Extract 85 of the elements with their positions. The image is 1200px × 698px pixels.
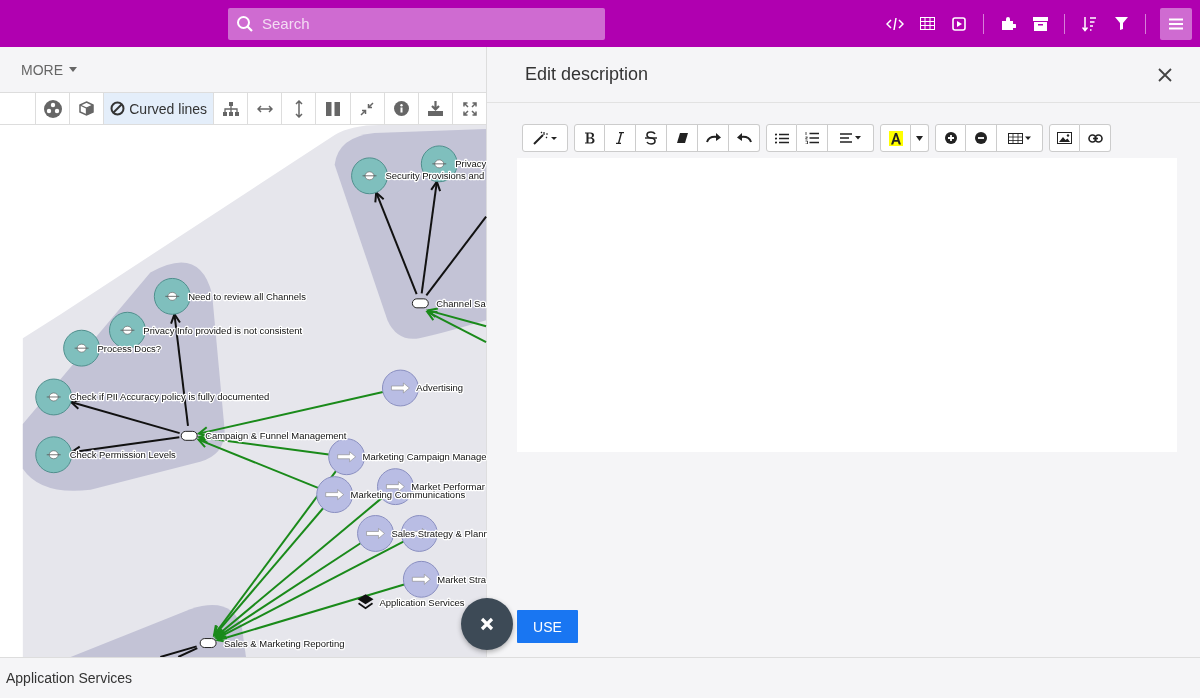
image-button[interactable] bbox=[1049, 124, 1080, 152]
bullet-list-button[interactable] bbox=[766, 124, 797, 152]
capability-node[interactable] bbox=[357, 515, 394, 552]
node-label: Channel Sa bbox=[436, 297, 486, 309]
node-label: Advertising bbox=[416, 382, 464, 394]
plus-circle-icon bbox=[944, 132, 957, 144]
node-label: Market Performar bbox=[411, 481, 485, 493]
play-icon bbox=[952, 16, 966, 31]
italic-button[interactable] bbox=[605, 124, 636, 152]
palette-icon bbox=[43, 99, 62, 118]
cube-icon bbox=[79, 101, 95, 116]
magic-wand-icon bbox=[533, 131, 557, 145]
text-color-icon bbox=[888, 130, 903, 146]
capability-node[interactable] bbox=[402, 560, 440, 598]
table-icon bbox=[919, 17, 935, 30]
node-label: Marketing Campaign Manage bbox=[362, 451, 487, 463]
text-color-button[interactable] bbox=[880, 124, 911, 152]
archive-icon bbox=[1032, 16, 1048, 31]
close-icon bbox=[1158, 67, 1172, 82]
puzzle-icon bbox=[1000, 16, 1016, 31]
close-button[interactable] bbox=[1156, 65, 1174, 84]
search-field[interactable]: Search bbox=[228, 7, 605, 40]
expand-icon bbox=[462, 101, 477, 116]
horizontal-arrows-icon bbox=[256, 104, 273, 113]
node-label: Security Provisions and bbox=[385, 170, 485, 182]
panel-title: Edit description bbox=[525, 64, 649, 85]
columns-icon bbox=[326, 101, 340, 116]
eraser-button[interactable] bbox=[667, 124, 698, 152]
redo-button[interactable] bbox=[698, 124, 729, 152]
filter-icon bbox=[1114, 17, 1128, 30]
node-label: Privacy bbox=[455, 158, 487, 170]
caret-icon bbox=[69, 67, 77, 72]
goal-node[interactable] bbox=[153, 277, 191, 315]
compress-icon bbox=[360, 101, 375, 116]
junction-node[interactable] bbox=[199, 638, 217, 649]
plus-circle-button[interactable] bbox=[935, 124, 966, 152]
bullet-list-icon bbox=[774, 132, 789, 144]
undo-icon bbox=[736, 133, 752, 143]
node-label: Market Stra bbox=[437, 573, 487, 585]
no-symbol-icon bbox=[110, 101, 126, 116]
align-button[interactable] bbox=[828, 124, 874, 152]
caret-icon bbox=[916, 135, 923, 141]
use-button[interactable]: USE bbox=[517, 610, 578, 643]
dropdown-button[interactable] bbox=[911, 124, 929, 152]
numbered-list-button[interactable] bbox=[797, 124, 828, 152]
junction-node[interactable] bbox=[411, 298, 429, 309]
sort-icon bbox=[1081, 15, 1097, 32]
image-icon bbox=[1057, 132, 1072, 144]
link-icon bbox=[1087, 133, 1103, 143]
goal-node[interactable] bbox=[351, 157, 388, 195]
node-label: Process Docs? bbox=[97, 342, 162, 354]
code-icon bbox=[886, 16, 904, 31]
info-icon bbox=[393, 101, 409, 116]
search-icon bbox=[236, 14, 254, 33]
bold-button[interactable] bbox=[574, 124, 605, 152]
bold-icon bbox=[584, 132, 595, 144]
undo-button[interactable] bbox=[729, 124, 760, 152]
more-menu-button[interactable]: MORE bbox=[21, 61, 77, 78]
minus-circle-icon bbox=[975, 132, 987, 144]
curved-lines-button[interactable]: Curved lines bbox=[104, 93, 215, 124]
node-label: Sales & Marketing Reporting bbox=[224, 637, 345, 649]
strikethrough-button[interactable] bbox=[636, 124, 667, 152]
menu-icon bbox=[1169, 17, 1183, 30]
table-button[interactable] bbox=[997, 124, 1043, 152]
align-icon bbox=[839, 133, 862, 143]
numbered-list-icon bbox=[805, 132, 819, 144]
table-icon bbox=[1007, 132, 1032, 144]
vertical-arrows-icon bbox=[294, 99, 303, 118]
hierarchy-icon bbox=[222, 101, 239, 116]
junction-node[interactable] bbox=[180, 430, 198, 441]
menu-button[interactable] bbox=[1160, 7, 1192, 40]
strikethrough-icon bbox=[645, 131, 657, 145]
node-label: Application Services bbox=[379, 596, 465, 608]
minus-circle-button[interactable] bbox=[966, 124, 997, 152]
eraser-icon bbox=[676, 133, 688, 143]
status-text: Application Services bbox=[6, 670, 133, 686]
close-icon bbox=[480, 617, 494, 631]
node-label: Privacy Info provided is not consistent bbox=[143, 324, 303, 336]
link-button[interactable] bbox=[1080, 124, 1111, 152]
layers-icon[interactable] bbox=[357, 594, 374, 610]
magic-wand-button[interactable] bbox=[522, 124, 568, 152]
download-icon bbox=[427, 101, 443, 116]
italic-icon bbox=[616, 132, 624, 144]
redo-icon bbox=[705, 133, 721, 143]
node-label: Need to review all Channels bbox=[188, 290, 306, 302]
